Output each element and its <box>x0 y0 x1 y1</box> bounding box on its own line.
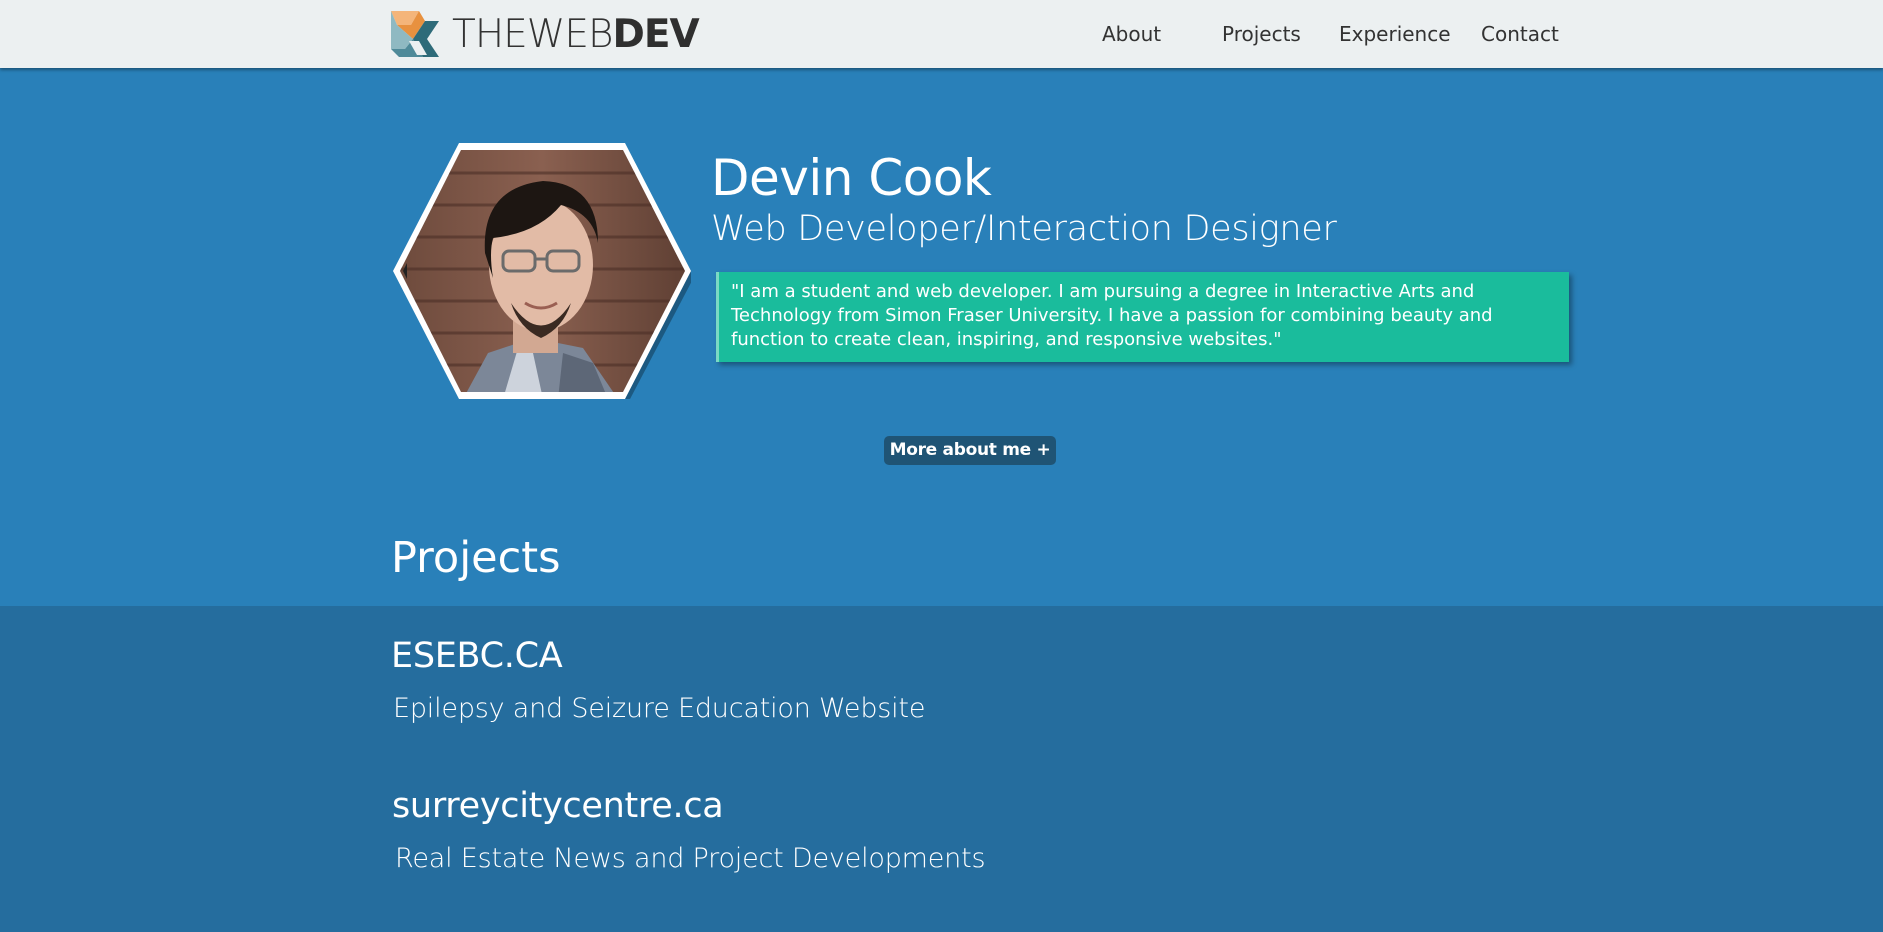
nav-link-projects[interactable]: Projects <box>1222 22 1301 46</box>
logo-text: THEWEBDEV <box>452 11 700 57</box>
site-header: THEWEBDEV About Projects Experience Cont… <box>0 0 1883 68</box>
logo-text-bold: DEV <box>612 11 700 57</box>
projects-list: ESEBC.CA Epilepsy and Seizure Education … <box>0 606 1883 932</box>
nav-link-contact[interactable]: Contact <box>1481 22 1559 46</box>
nav-link-experience[interactable]: Experience <box>1339 22 1451 46</box>
project-description-surreycitycentre: Real Estate News and Project Development… <box>395 843 986 874</box>
profile-name: Devin Cook <box>711 149 992 207</box>
logo-text-light: THEWEB <box>452 11 614 57</box>
avatar <box>393 143 691 399</box>
project-title-surreycitycentre[interactable]: surreycitycentre.ca <box>392 787 724 826</box>
profile-role: Web Developer/Interaction Designer <box>711 209 1337 249</box>
avatar-portrait-icon <box>393 143 691 399</box>
project-description-esebc: Epilepsy and Seizure Education Website <box>393 693 926 724</box>
projects-heading: Projects <box>391 533 561 583</box>
site-logo[interactable]: THEWEBDEV <box>389 9 700 59</box>
project-title-esebc[interactable]: ESEBC.CA <box>391 637 563 676</box>
profile-quote: "I am a student and web developer. I am … <box>716 272 1569 362</box>
logo-mark-icon <box>391 11 439 57</box>
nav-link-about[interactable]: About <box>1102 22 1161 46</box>
more-about-me-button[interactable]: More about me + <box>884 436 1056 465</box>
